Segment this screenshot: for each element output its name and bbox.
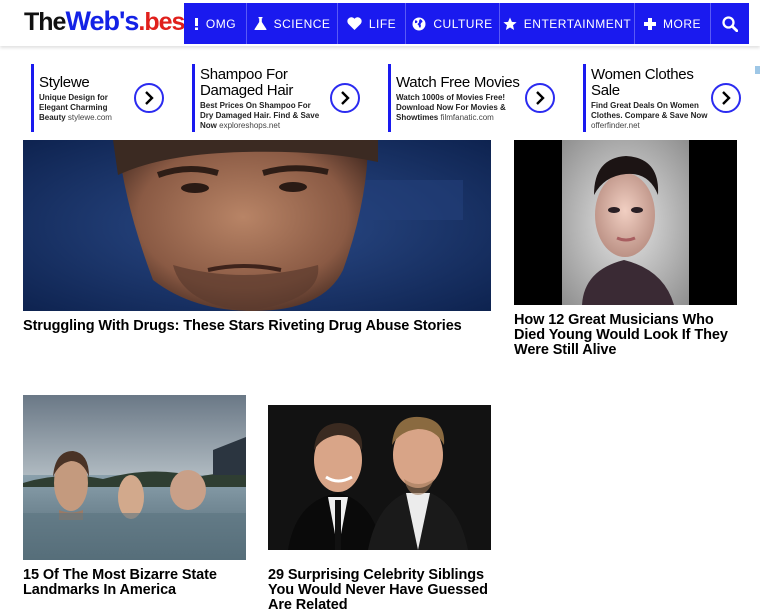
- ad-arrow-button[interactable]: [134, 83, 164, 113]
- article-image[interactable]: [23, 395, 246, 560]
- ad-shampoo[interactable]: Shampoo For Damaged Hair Best Prices On …: [192, 64, 332, 132]
- heart-icon: [347, 17, 362, 30]
- ad-arrow-button[interactable]: [525, 83, 555, 113]
- chevron-right-icon: [145, 91, 154, 105]
- ad-title: Shampoo For Damaged Hair: [200, 66, 294, 99]
- search-icon: [722, 15, 738, 32]
- logo-part-the: The: [24, 8, 66, 36]
- article-image[interactable]: [23, 140, 491, 311]
- ad-movies[interactable]: Watch Free Movies Watch 1000s of Movies …: [388, 64, 528, 132]
- nav-item-more[interactable]: MORE: [635, 3, 711, 44]
- sponsored-links: Stylewe Unique Design for Elegant Charmi…: [0, 64, 760, 134]
- article-image[interactable]: [514, 140, 737, 305]
- site-logo[interactable]: The Web's .best: [24, 6, 193, 40]
- ad-title: Watch Free Movies: [396, 74, 520, 91]
- globe-icon: [412, 17, 426, 31]
- main-nav: OMG SCIENCE LIFE CULTURE ENTERTAINMENT M…: [184, 3, 749, 44]
- article-title[interactable]: Struggling With Drugs: These Stars Rivet…: [23, 319, 491, 334]
- flask-icon: [254, 17, 267, 30]
- chevron-right-icon: [341, 91, 350, 105]
- nav-item-culture[interactable]: CULTURE: [406, 3, 500, 44]
- article-title[interactable]: 29 Surprising Celebrity Siblings You Wou…: [268, 568, 498, 613]
- plus-icon: [644, 17, 656, 30]
- article-title[interactable]: How 12 Great Musicians Who Died Young Wo…: [514, 313, 737, 358]
- article-card[interactable]: 15 Of The Most Bizarre State Landmarks I…: [23, 395, 246, 600]
- nav-label-entertainment: ENTERTAINMENT: [523, 16, 632, 31]
- chevron-right-icon: [536, 91, 545, 105]
- ad-description: Find Great Deals On Women Clothes. Compa…: [591, 101, 708, 130]
- article-card[interactable]: How 12 Great Musicians Who Died Young Wo…: [514, 140, 737, 360]
- exclamation-icon: [194, 17, 199, 30]
- ad-arrow-button[interactable]: [330, 83, 360, 113]
- article-card[interactable]: 29 Surprising Celebrity Siblings You Wou…: [268, 405, 491, 613]
- nav-item-entertainment[interactable]: ENTERTAINMENT: [500, 3, 635, 44]
- adchoices-icon[interactable]: [755, 66, 760, 74]
- ad-description: Best Prices On Shampoo For Dry Damaged H…: [200, 101, 320, 130]
- nav-item-science[interactable]: SCIENCE: [247, 3, 338, 44]
- nav-item-life[interactable]: LIFE: [338, 3, 406, 44]
- ad-arrow-button[interactable]: [711, 83, 741, 113]
- nav-item-omg[interactable]: OMG: [184, 3, 247, 44]
- chevron-right-icon: [722, 91, 731, 105]
- nav-label-culture: CULTURE: [433, 16, 493, 31]
- ad-title: Women Clothes Sale: [591, 66, 694, 99]
- ad-description: Unique Design for Elegant Charming Beaut…: [39, 93, 112, 122]
- search-button[interactable]: [711, 3, 749, 44]
- article-card[interactable]: Struggling With Drugs: These Stars Rivet…: [23, 140, 491, 340]
- nav-label-more: MORE: [663, 16, 701, 31]
- article-title[interactable]: 15 Of The Most Bizarre State Landmarks I…: [23, 568, 246, 598]
- ad-description: Watch 1000s of Movies Free! Download Now…: [396, 93, 506, 122]
- star-icon: [503, 17, 517, 31]
- nav-label-life: LIFE: [368, 16, 397, 31]
- logo-part-webs: Web's: [65, 6, 139, 36]
- site-header: TheWeb's.best OMG SCIENCE LIFE CULTURE: [0, 0, 760, 46]
- nav-label-science: SCIENCE: [273, 16, 331, 31]
- ad-clothes[interactable]: Women Clothes Sale Find Great Deals On W…: [583, 64, 708, 132]
- article-image[interactable]: [268, 405, 491, 550]
- nav-label-omg: OMG: [205, 16, 237, 31]
